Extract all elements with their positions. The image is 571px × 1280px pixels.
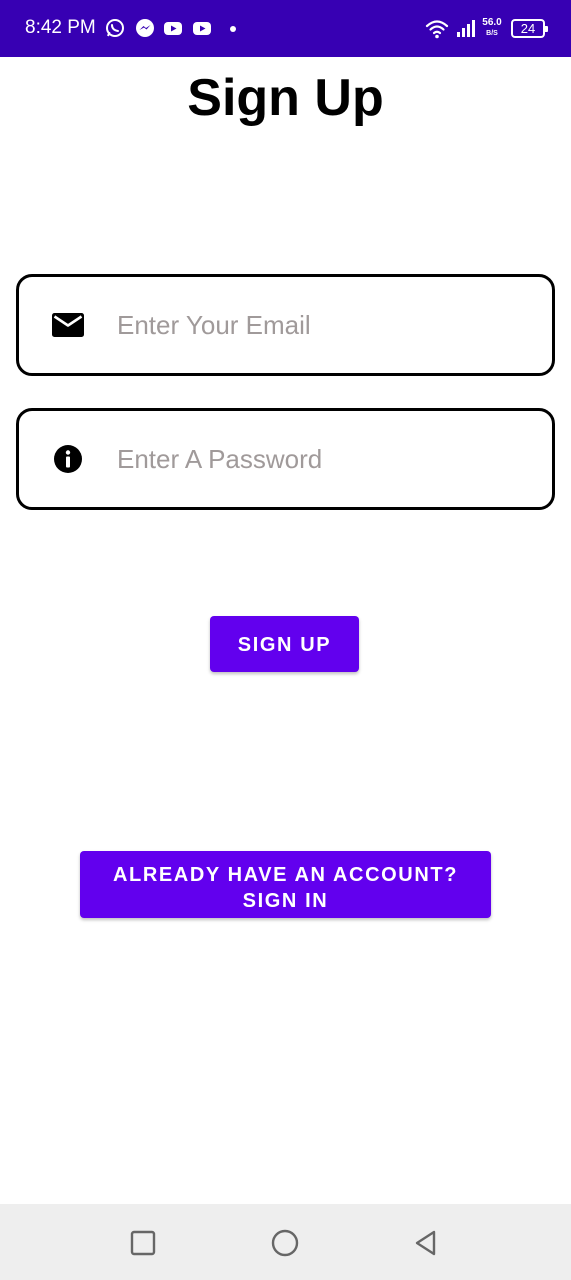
recents-icon[interactable] — [128, 1228, 158, 1258]
page-title: Sign Up — [187, 69, 384, 127]
email-field[interactable] — [16, 274, 555, 376]
sign-up-button[interactable]: SIGN UP — [210, 616, 359, 672]
sign-in-button-line1: ALREADY HAVE AN ACCOUNT? — [112, 864, 459, 886]
password-field[interactable] — [16, 408, 555, 510]
network-speed: 56.0 B/S — [480, 18, 504, 39]
sign-in-button[interactable]: ALREADY HAVE AN ACCOUNT? SIGN IN — [80, 851, 491, 918]
battery-level: 24 — [520, 21, 536, 36]
email-input[interactable] — [117, 297, 537, 353]
messenger-icon — [136, 19, 154, 37]
back-icon[interactable] — [411, 1228, 441, 1258]
home-icon[interactable] — [270, 1228, 300, 1258]
status-time: 8:42 PM — [25, 17, 96, 38]
more-notifications-dot — [230, 26, 236, 32]
whatsapp-icon — [106, 19, 124, 37]
network-speed-unit: B/S — [486, 30, 498, 37]
status-bar: 8:42 PM 56.0 B/S 24 — [0, 0, 571, 57]
info-icon — [54, 445, 82, 473]
mail-icon — [52, 313, 84, 337]
sign-in-button-line2: SIGN IN — [242, 890, 329, 912]
wifi-icon — [425, 20, 449, 39]
sign-up-screen: 8:42 PM 56.0 B/S 24 Sign Up Enter Your E… — [0, 0, 571, 1280]
youtube-icon — [164, 22, 182, 35]
signal-icon — [457, 20, 475, 37]
navigation-bar — [0, 1204, 571, 1280]
battery-icon: 24 — [511, 19, 548, 38]
password-input[interactable] — [117, 431, 537, 487]
network-speed-value: 56.0 — [482, 17, 502, 28]
youtube-icon — [193, 22, 211, 35]
